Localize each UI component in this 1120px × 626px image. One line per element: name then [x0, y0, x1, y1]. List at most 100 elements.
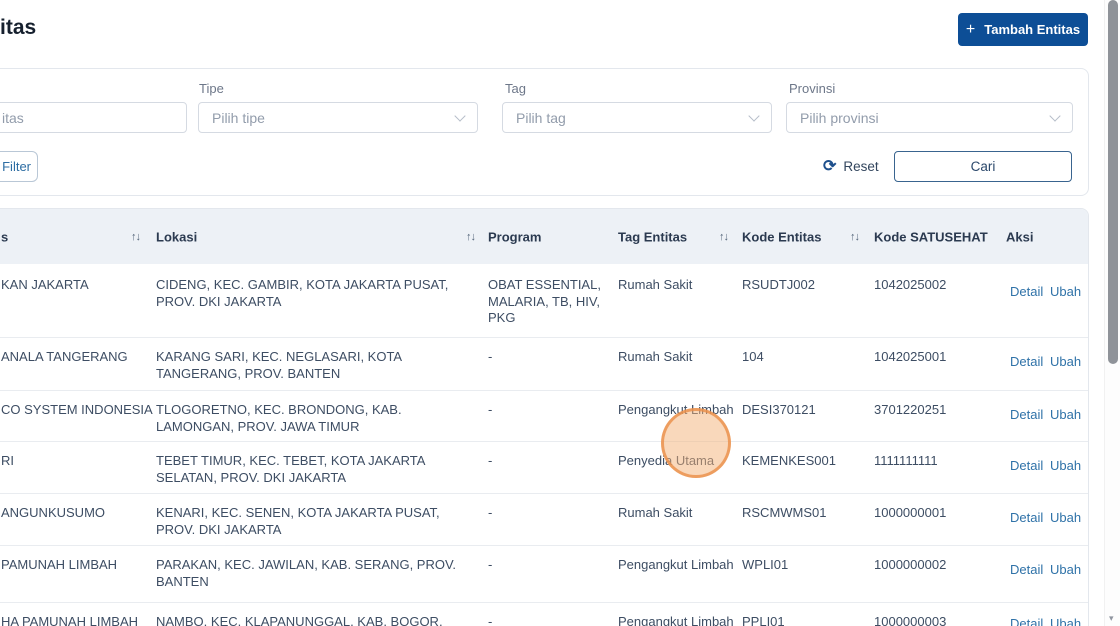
table-row: CO SYSTEM INDONESIA TLOGORETNO, KEC. BRO… [0, 391, 1088, 442]
cell-kode-entitas: 104 [742, 349, 860, 366]
ubah-link[interactable]: Ubah [1050, 284, 1081, 299]
table-header-row: s ↑↓ Lokasi ↑↓ Program Tag Entitas ↑↓ Ko… [0, 209, 1088, 264]
tag-select-placeholder: Pilih tag [516, 110, 566, 126]
cell-program: - [488, 614, 610, 626]
plus-icon: + [966, 22, 975, 38]
cell-lokasi: KENARI, KEC. SENEN, KOTA JAKARTA PUSAT, … [156, 505, 474, 538]
cell-program: - [488, 402, 610, 419]
cell-nama-entitas: CO SYSTEM INDONESIA [1, 402, 153, 419]
table-row: RI TEBET TIMUR, KEC. TEBET, KOTA JAKARTA… [0, 442, 1088, 494]
cell-tag-entitas: Pengangkut Limbah [618, 402, 736, 419]
cell-lokasi: NAMBO, KEC. KLAPANUNGGAL, KAB. BOGOR, PR… [156, 614, 474, 626]
chevron-down-icon [748, 110, 759, 121]
chevron-down-icon [454, 110, 465, 121]
page-title: itas [0, 16, 36, 40]
filter-panel: Tipe Pilih tipe Tag Pilih tag Provinsi P… [0, 68, 1089, 196]
entitas-table: s ↑↓ Lokasi ↑↓ Program Tag Entitas ↑↓ Ko… [0, 208, 1089, 626]
cell-kode-entitas: RSCMWMS01 [742, 505, 860, 522]
detail-link[interactable]: Detail [1010, 284, 1043, 299]
ubah-link[interactable]: Ubah [1050, 354, 1081, 369]
cell-kode-entitas: DESI370121 [742, 402, 860, 419]
tipe-select[interactable]: Pilih tipe [198, 102, 478, 133]
cell-nama-entitas: ANALA TANGERANG [1, 349, 153, 366]
cell-kode-entitas: KEMENKES001 [742, 453, 860, 470]
tambah-entitas-label: Tambah Entitas [984, 22, 1080, 37]
detail-link[interactable]: Detail [1010, 354, 1043, 369]
scroll-down-arrow-icon[interactable]: ▾ [1109, 613, 1114, 624]
col-header-lokasi[interactable]: Lokasi [156, 229, 197, 244]
table-row: ANGUNKUSUMO KENARI, KEC. SENEN, KOTA JAK… [0, 494, 1088, 546]
cell-tag-entitas: Rumah Sakit [618, 277, 736, 294]
cell-lokasi: TLOGORETNO, KEC. BRONDONG, KAB. LAMONGAN… [156, 402, 474, 435]
cell-kode-satusehat: 1042025001 [874, 349, 996, 366]
tag-label: Tag [505, 81, 526, 96]
provinsi-select[interactable]: Pilih provinsi [786, 102, 1073, 133]
cell-tag-entitas: Pengangkut Limbah [618, 557, 736, 574]
ubah-link[interactable]: Ubah [1050, 458, 1081, 473]
cell-kode-entitas: RSUDTJ002 [742, 277, 860, 294]
col-header-program[interactable]: Program [488, 229, 541, 244]
entitas-page: itas + Tambah Entitas Tipe Pilih tipe Ta… [0, 0, 1120, 626]
cell-nama-entitas: ANGUNKUSUMO [1, 505, 153, 522]
col-header-nama-entitas[interactable]: s [1, 229, 8, 244]
cell-program: - [488, 557, 610, 574]
vertical-scrollbar[interactable]: ▾ [1104, 0, 1120, 626]
detail-link[interactable]: Detail [1010, 616, 1043, 626]
cell-kode-satusehat: 1111111111 [874, 453, 996, 470]
reset-label: Reset [843, 159, 878, 174]
table-row: PAMUNAH LIMBAH PARAKAN, KEC. JAWILAN, KA… [0, 546, 1088, 603]
cell-lokasi: TEBET TIMUR, KEC. TEBET, KOTA JAKARTA SE… [156, 453, 474, 486]
cell-lokasi: CIDENG, KEC. GAMBIR, KOTA JAKARTA PUSAT,… [156, 277, 474, 310]
col-header-kode-entitas[interactable]: Kode Entitas [742, 229, 821, 244]
cell-program: OBAT ESSENTIAL, MALARIA, TB, HIV, PKG [488, 277, 610, 327]
ubah-link[interactable]: Ubah [1050, 616, 1081, 626]
sort-icon[interactable]: ↑↓ [131, 231, 140, 243]
tag-select[interactable]: Pilih tag [502, 102, 772, 133]
table-row: KAN JAKARTA CIDENG, KEC. GAMBIR, KOTA JA… [0, 264, 1088, 338]
ubah-link[interactable]: Ubah [1050, 407, 1081, 422]
tambah-entitas-button[interactable]: + Tambah Entitas [958, 13, 1088, 46]
ubah-link[interactable]: Ubah [1050, 510, 1081, 525]
cell-kode-satusehat: 1000000003 [874, 614, 996, 626]
cell-nama-entitas: KAN JAKARTA [1, 277, 153, 294]
cell-tag-entitas: Rumah Sakit [618, 349, 736, 366]
cell-nama-entitas: PAMUNAH LIMBAH [1, 557, 153, 574]
col-header-aksi: Aksi [1006, 229, 1033, 244]
ubah-link[interactable]: Ubah [1050, 562, 1081, 577]
nama-entitas-input[interactable] [0, 102, 187, 133]
provinsi-select-placeholder: Pilih provinsi [800, 110, 879, 126]
sort-icon[interactable]: ↑↓ [850, 231, 859, 243]
cell-kode-satusehat: 1042025002 [874, 277, 996, 294]
cell-program: - [488, 505, 610, 522]
filter-button[interactable]: Filter [0, 151, 38, 182]
cell-tag-entitas: Rumah Sakit [618, 505, 736, 522]
cell-kode-satusehat: 1000000001 [874, 505, 996, 522]
reset-button[interactable]: ⟳ Reset [823, 151, 879, 182]
table-row: HA PAMUNAH LIMBAH NAMBO, KEC. KLAPANUNGG… [0, 603, 1088, 626]
chevron-down-icon [1049, 110, 1060, 121]
cell-nama-entitas: HA PAMUNAH LIMBAH [1, 614, 153, 626]
tipe-select-placeholder: Pilih tipe [212, 110, 265, 126]
provinsi-label: Provinsi [789, 81, 835, 96]
cell-nama-entitas: RI [1, 453, 153, 470]
reset-icon: ⟳ [823, 159, 836, 175]
cell-kode-satusehat: 3701220251 [874, 402, 996, 419]
cell-lokasi: PARAKAN, KEC. JAWILAN, KAB. SERANG, PROV… [156, 557, 474, 590]
sort-icon[interactable]: ↑↓ [466, 231, 475, 243]
detail-link[interactable]: Detail [1010, 510, 1043, 525]
detail-link[interactable]: Detail [1010, 458, 1043, 473]
tipe-label: Tipe [199, 81, 224, 96]
cari-button[interactable]: Cari [894, 151, 1072, 182]
detail-link[interactable]: Detail [1010, 562, 1043, 577]
cell-kode-entitas: WPLI01 [742, 557, 860, 574]
col-header-kode-satusehat[interactable]: Kode SATUSEHAT [874, 229, 988, 244]
cell-program: - [488, 453, 610, 470]
scrollbar-thumb[interactable] [1108, 0, 1118, 364]
col-header-tag-entitas[interactable]: Tag Entitas [618, 229, 687, 244]
detail-link[interactable]: Detail [1010, 407, 1043, 422]
cell-program: - [488, 349, 610, 366]
cell-kode-satusehat: 1000000002 [874, 557, 996, 574]
cell-kode-entitas: PPLI01 [742, 614, 860, 626]
sort-icon[interactable]: ↑↓ [719, 231, 728, 243]
cell-tag-entitas: Penyedia Utama [618, 453, 736, 470]
